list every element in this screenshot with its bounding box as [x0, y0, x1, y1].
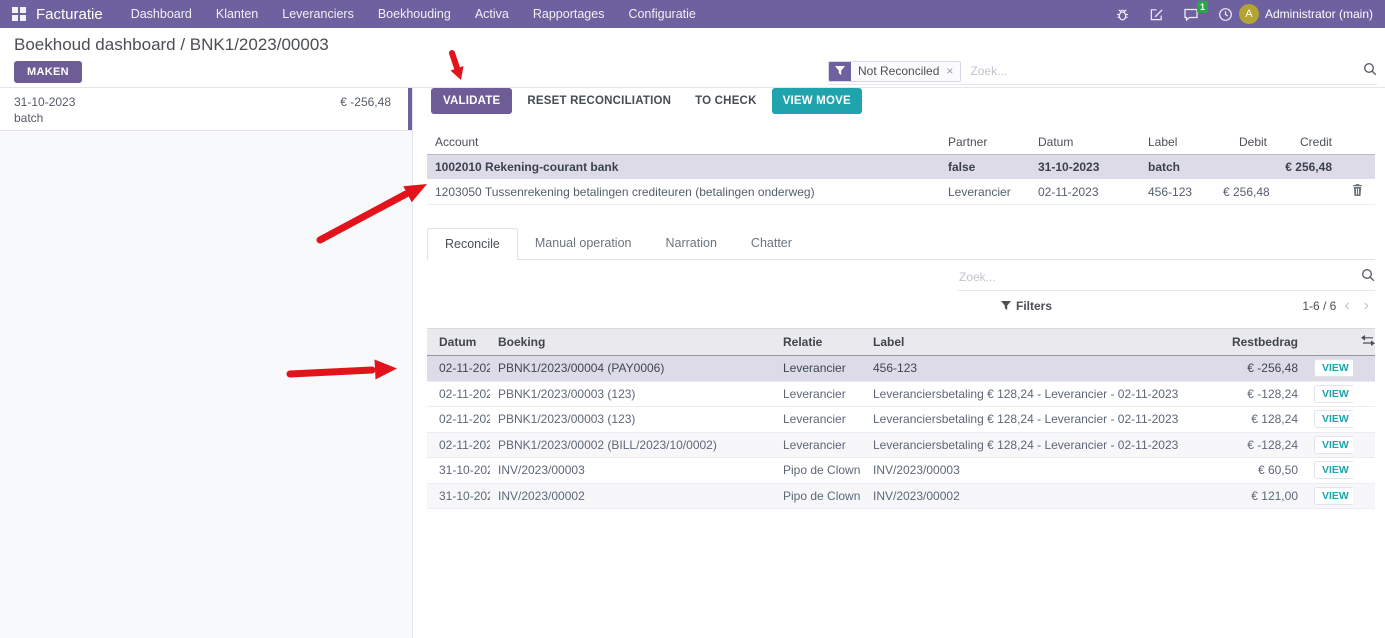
- bank-line-amount: € -256,48: [340, 95, 391, 109]
- bank-statement-lines-panel: 31-10-2023 batch € -256,48: [0, 88, 413, 638]
- col-label: Label: [865, 330, 1180, 354]
- edit-pencil-icon[interactable]: [1149, 7, 1164, 22]
- reconcile-search-icon[interactable]: [1361, 268, 1375, 287]
- control-panel: Boekhoud dashboard / BNK1/2023/00003 MAK…: [0, 28, 1385, 88]
- bank-line-card[interactable]: 31-10-2023 batch € -256,48: [0, 88, 412, 131]
- menu-configuratie[interactable]: Configuratie: [616, 0, 707, 28]
- user-avatar[interactable]: A: [1239, 4, 1259, 24]
- menu-dashboard[interactable]: Dashboard: [119, 0, 204, 28]
- breadcrumb[interactable]: Boekhoud dashboard / BNK1/2023/00003: [14, 35, 329, 55]
- table-row[interactable]: 1002010 Rekening-courant bank false 31-1…: [427, 155, 1375, 179]
- bank-line-date: 31-10-2023: [14, 95, 75, 109]
- view-button[interactable]: VIEW: [1314, 359, 1353, 377]
- col-account: Account: [427, 130, 940, 154]
- menu-boekhouding[interactable]: Boekhouding: [366, 0, 463, 28]
- apps-menu-icon[interactable]: [12, 7, 26, 21]
- view-button[interactable]: VIEW: [1314, 410, 1353, 428]
- reconcile-search-input-row[interactable]: Zoek...: [957, 264, 1375, 291]
- reconcile-candidates-table: Datum Boeking Relatie Label Restbedrag 0…: [427, 328, 1375, 509]
- view-move-button[interactable]: VIEW MOVE: [772, 88, 862, 114]
- reconcile-search-input[interactable]: Zoek...: [959, 270, 1361, 284]
- to-check-button[interactable]: TO CHECK: [686, 88, 765, 114]
- reconcile-pager-previous-icon[interactable]: ‹: [1338, 298, 1355, 314]
- view-button[interactable]: VIEW: [1314, 487, 1353, 505]
- table-row[interactable]: 02-11-2023 PBNK1/2023/00003 (123) Levera…: [427, 382, 1375, 408]
- messages-icon[interactable]: 1: [1183, 7, 1199, 22]
- table-row[interactable]: 31-10-2023 INV/2023/00003 Pipo de Clown …: [427, 458, 1375, 484]
- table-row[interactable]: 02-11-2023 PBNK1/2023/00004 (PAY0006) Le…: [427, 356, 1375, 382]
- user-menu[interactable]: Administrator (main): [1265, 7, 1373, 21]
- move-table-header: Account Partner Datum Label Debit Credit: [427, 130, 1375, 155]
- delete-line-trash-icon[interactable]: [1340, 179, 1375, 204]
- col-datum: Datum: [427, 330, 490, 354]
- col-label: Label: [1140, 130, 1215, 154]
- col-datum: Datum: [1030, 130, 1140, 154]
- table-row[interactable]: 02-11-2023 PBNK1/2023/00002 (BILL/2023/1…: [427, 433, 1375, 459]
- tab-manual-operation[interactable]: Manual operation: [518, 228, 649, 260]
- reconcile-filters-toggle[interactable]: Filters: [1001, 299, 1052, 313]
- view-button[interactable]: VIEW: [1314, 461, 1353, 479]
- col-boeking: Boeking: [490, 330, 775, 354]
- selected-indicator: [408, 88, 412, 130]
- app-name[interactable]: Facturatie: [36, 6, 103, 23]
- top-navbar: Facturatie Dashboard Klanten Leverancier…: [0, 0, 1385, 28]
- facet-filter-icon: [829, 62, 851, 81]
- reconcile-search-bar: Zoek... Filters 1-6 / 6 ‹ ›: [957, 264, 1375, 321]
- candidates-table-header: Datum Boeking Relatie Label Restbedrag: [427, 328, 1375, 356]
- systray: 1: [1115, 7, 1233, 22]
- table-row[interactable]: 1203050 Tussenrekening betalingen credit…: [427, 179, 1375, 205]
- facet-remove-icon[interactable]: ×: [946, 64, 953, 78]
- col-restbedrag: Restbedrag: [1180, 330, 1306, 354]
- tab-reconcile[interactable]: Reconcile: [427, 228, 518, 260]
- menu-rapportages[interactable]: Rapportages: [521, 0, 617, 28]
- table-row[interactable]: 02-11-2023 PBNK1/2023/00003 (123) Levera…: [427, 407, 1375, 433]
- reconcile-pager-next-icon[interactable]: ›: [1358, 298, 1375, 314]
- validate-button[interactable]: VALIDATE: [431, 88, 512, 114]
- tab-chatter[interactable]: Chatter: [734, 228, 809, 260]
- action-buttons-row: VALIDATE RESET RECONCILIATION TO CHECK V…: [431, 88, 862, 114]
- view-button[interactable]: VIEW: [1314, 385, 1353, 403]
- bank-line-label: batch: [14, 111, 43, 125]
- debug-bug-icon[interactable]: [1115, 7, 1130, 22]
- facet-label: Not Reconciled: [858, 64, 939, 78]
- search-input-row[interactable]: Not Reconciled × Zoek...: [828, 58, 1377, 85]
- tab-narration[interactable]: Narration: [649, 228, 734, 260]
- menu-leveranciers[interactable]: Leveranciers: [270, 0, 366, 28]
- reset-reconciliation-button[interactable]: RESET RECONCILIATION: [518, 88, 680, 114]
- col-credit: Credit: [1275, 130, 1340, 154]
- search-icon[interactable]: [1363, 62, 1377, 81]
- menu-klanten[interactable]: Klanten: [204, 0, 270, 28]
- reconciliation-panel: VALIDATE RESET RECONCILIATION TO CHECK V…: [414, 88, 1385, 638]
- message-count-badge: 1: [1197, 1, 1208, 13]
- col-partner: Partner: [940, 130, 1030, 154]
- move-lines-table: Account Partner Datum Label Debit Credit…: [427, 130, 1375, 205]
- search-input[interactable]: Zoek...: [970, 64, 1363, 78]
- reconcile-pager-counter: 1-6 / 6: [1302, 299, 1336, 313]
- activities-clock-icon[interactable]: [1218, 7, 1233, 22]
- view-button[interactable]: VIEW: [1314, 436, 1353, 454]
- menu-activa[interactable]: Activa: [463, 0, 521, 28]
- create-button[interactable]: MAKEN: [14, 61, 82, 83]
- search-facet-not-reconciled[interactable]: Not Reconciled ×: [828, 61, 961, 82]
- col-relatie: Relatie: [775, 330, 865, 354]
- table-row[interactable]: 31-10-2023 INV/2023/00002 Pipo de Clown …: [427, 484, 1375, 510]
- toggle-sort-icon[interactable]: [1353, 330, 1375, 354]
- notebook-tabs: Reconcile Manual operation Narration Cha…: [427, 228, 1375, 260]
- col-debit: Debit: [1215, 130, 1275, 154]
